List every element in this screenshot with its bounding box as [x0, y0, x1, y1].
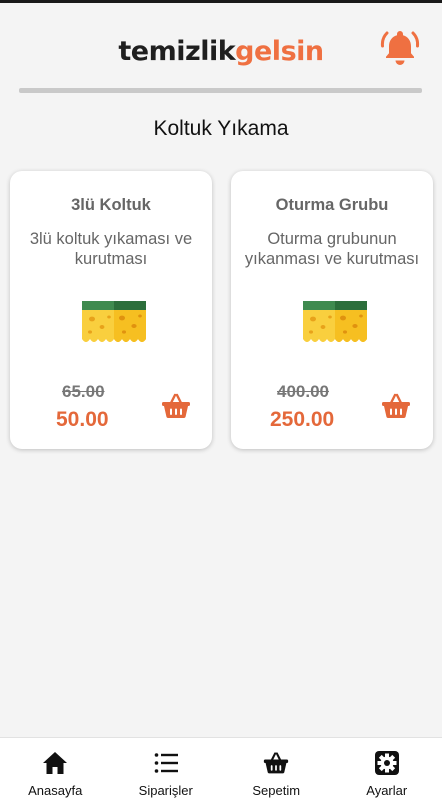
- page-title: Koltuk Yıkama: [153, 117, 289, 140]
- sponge-icon: [82, 301, 146, 342]
- product-name: 3lü Koltuk: [71, 196, 151, 214]
- logo-text-part1: temizlik: [118, 36, 236, 67]
- add-to-cart-button[interactable]: [381, 393, 411, 419]
- product-description: Oturma grubunun yıkanması ve kurutması: [244, 230, 420, 268]
- product-price: 250.00: [270, 408, 335, 431]
- product-description: 3lü koltuk yıkaması ve kurutması: [29, 230, 193, 268]
- nav-item-cart[interactable]: Sepetim: [221, 738, 332, 800]
- product-old-price: 400.00: [277, 382, 329, 401]
- product-name: Oturma Grubu: [275, 196, 389, 214]
- sponge-icon: [303, 301, 367, 342]
- add-to-cart-button[interactable]: [161, 393, 191, 419]
- product-old-price: 65.00: [62, 382, 105, 401]
- basket-icon: [162, 393, 190, 418]
- nav-item-home[interactable]: Anasayfa: [0, 738, 111, 800]
- gear-icon: [374, 751, 399, 775]
- basket-icon: [264, 752, 289, 774]
- product-card[interactable]: Oturma Grubu Oturma grubunun yıkanması v…: [231, 171, 433, 449]
- nav-label: Siparişler: [138, 783, 193, 798]
- product-price: 50.00: [56, 408, 109, 431]
- bell-icon: [380, 31, 420, 65]
- nav-label: Sepetim: [252, 783, 301, 798]
- product-card[interactable]: 3lü Koltuk 3lü koltuk yıkaması ve kurutm…: [10, 171, 212, 449]
- nav-label: Ayarlar: [366, 783, 408, 798]
- notification-bell-button[interactable]: [380, 27, 420, 67]
- basket-icon: [382, 393, 410, 418]
- nav-label: Anasayfa: [28, 783, 83, 798]
- app-header: temizlikgelsin: [0, 3, 442, 93]
- logo-text-part2: gelsin: [235, 36, 324, 67]
- home-icon: [43, 752, 68, 774]
- header-divider: [19, 88, 422, 93]
- bottom-navigation: Anasayfa Siparişler Sepetim Ayarlar: [0, 737, 442, 800]
- app-logo: temizlikgelsin: [0, 36, 442, 67]
- list-icon: [154, 753, 178, 773]
- nav-item-orders[interactable]: Siparişler: [111, 738, 222, 800]
- nav-item-settings[interactable]: Ayarlar: [332, 738, 442, 800]
